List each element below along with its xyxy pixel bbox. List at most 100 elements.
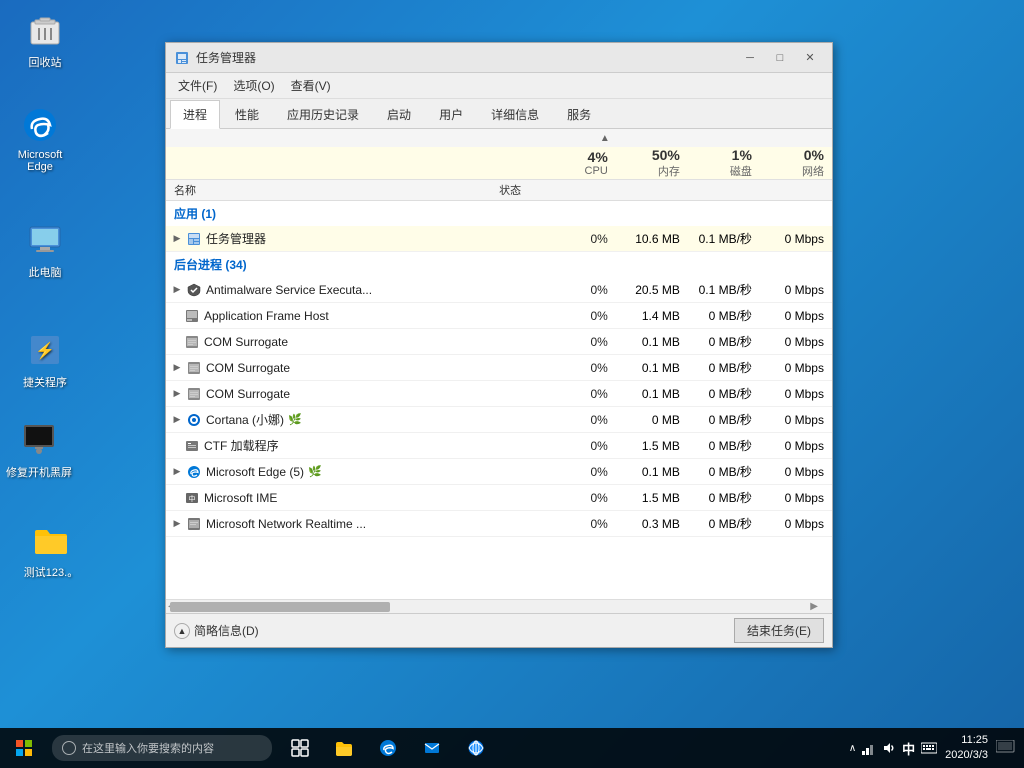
taskview-button[interactable] bbox=[280, 728, 320, 768]
table-row[interactable]: ▶ Cortana (小娜) 🌿 0% 0 MB 0 MB/秒 0 Mbps bbox=[166, 407, 832, 433]
recycle-bin-label: 回收站 bbox=[29, 54, 62, 70]
tab-users[interactable]: 用户 bbox=[426, 100, 476, 129]
proc-name-label: Antimalware Service Executa... bbox=[206, 283, 372, 297]
com-icon bbox=[186, 360, 202, 376]
date-display: 2020/3/3 bbox=[945, 748, 988, 763]
proc-cpu: 0% bbox=[549, 361, 616, 375]
end-task-button[interactable]: 结束任务(E) bbox=[734, 618, 824, 643]
expand-btn[interactable]: ▶ bbox=[170, 465, 184, 479]
search-bar[interactable]: 在这里输入你要搜索的内容 bbox=[52, 735, 272, 761]
proc-disk: 0.1 MB/秒 bbox=[688, 281, 760, 298]
menu-options[interactable]: 选项(O) bbox=[225, 75, 282, 96]
desktop-icon-repair[interactable]: 修复开机黑屏 bbox=[4, 420, 74, 480]
proc-mem: 0.1 MB bbox=[616, 387, 688, 401]
process-list[interactable]: 应用 (1) ▶ 任务管理器 bbox=[166, 201, 832, 601]
table-row[interactable]: COM Surrogate 0% 0.1 MB 0 MB/秒 0 Mbps bbox=[166, 329, 832, 355]
desktop-icon-shortcut[interactable]: ⚡ 捷关程序 bbox=[10, 330, 80, 390]
menu-file[interactable]: 文件(F) bbox=[170, 75, 225, 96]
proc-name-label: Microsoft Network Realtime ... bbox=[206, 517, 366, 531]
table-row[interactable]: ▶ COM Surrogate 0% 0.1 MB 0 MB/秒 0 Mbps bbox=[166, 381, 832, 407]
collapse-arrow: ▲ bbox=[174, 623, 190, 639]
tab-services[interactable]: 服务 bbox=[554, 100, 604, 129]
table-row[interactable]: ▶ COM Surrogate 0% 0.1 MB 0 MB/秒 0 Mbps bbox=[166, 355, 832, 381]
proc-cpu: 0% bbox=[549, 232, 616, 246]
process-table-container: 应用 (1) ▶ 任务管理器 bbox=[166, 201, 832, 599]
minimize-button[interactable]: ─ bbox=[736, 48, 764, 68]
tab-performance[interactable]: 性能 bbox=[222, 100, 272, 129]
desktop-icon-edge[interactable]: Microsoft Edge bbox=[5, 105, 75, 173]
col-header-status: 状态 bbox=[472, 182, 549, 198]
table-row[interactable]: 中 Microsoft IME 0% 1.5 MB 0 MB/秒 0 Mbps bbox=[166, 485, 832, 511]
proc-net: 0 Mbps bbox=[760, 335, 832, 349]
ime-keyboard-icon bbox=[921, 741, 937, 755]
network-icon bbox=[186, 516, 202, 532]
tray-up-arrow[interactable]: ∧ bbox=[849, 743, 856, 754]
ctf-icon bbox=[184, 438, 200, 454]
table-row[interactable]: Application Frame Host 0% 1.4 MB 0 MB/秒 … bbox=[166, 303, 832, 329]
desktop-icon-computer[interactable]: 此电脑 bbox=[10, 220, 80, 280]
tab-startup[interactable]: 启动 bbox=[374, 100, 424, 129]
time-display: 11:25 bbox=[945, 733, 988, 748]
proc-mem: 1.5 MB bbox=[616, 491, 688, 505]
mem-pct: 50% bbox=[616, 147, 680, 163]
maximize-button[interactable]: □ bbox=[766, 48, 794, 68]
proc-disk: 0 MB/秒 bbox=[688, 515, 760, 532]
proc-disk: 0 MB/秒 bbox=[688, 385, 760, 402]
desktop-icon-recycle[interactable]: 回收站 bbox=[10, 10, 80, 70]
close-button[interactable]: ✕ bbox=[796, 48, 824, 68]
proc-cpu: 0% bbox=[549, 387, 616, 401]
mem-label: 内存 bbox=[616, 163, 680, 179]
start-button[interactable] bbox=[0, 728, 48, 768]
proc-name-label: Cortana (小娜) bbox=[206, 411, 284, 428]
tab-details[interactable]: 详细信息 bbox=[478, 100, 552, 129]
table-row[interactable]: ▶ Microsoft Network Realtime ... 0% 0.3 … bbox=[166, 511, 832, 537]
expand-btn[interactable]: ▶ bbox=[170, 517, 184, 531]
taskbar-right: ∧ 中 11:25 2020/3/3 bbox=[849, 733, 1024, 764]
table-row[interactable]: ▶ Microsoft Edge (5) 🌿 0% 0.1 MB 0 MB/秒 … bbox=[166, 459, 832, 485]
proc-name-label: COM Surrogate bbox=[206, 361, 290, 375]
horizontal-scrollbar[interactable]: ◀ ▶ bbox=[166, 599, 832, 613]
tm-icon bbox=[186, 231, 202, 247]
network-taskbar-button[interactable] bbox=[456, 728, 496, 768]
expand-btn[interactable]: ▶ bbox=[170, 361, 184, 375]
clock[interactable]: 11:25 2020/3/3 bbox=[945, 733, 988, 764]
edge-icon bbox=[186, 464, 202, 480]
taskbar-app-icons bbox=[280, 728, 496, 768]
proc-cpu: 0% bbox=[549, 491, 616, 505]
mail-button[interactable] bbox=[412, 728, 452, 768]
table-row[interactable]: CTF 加载程序 0% 1.5 MB 0 MB/秒 0 Mbps bbox=[166, 433, 832, 459]
cpu-label: CPU bbox=[549, 165, 608, 177]
proc-net: 0 Mbps bbox=[760, 413, 832, 427]
expand-btn[interactable]: ▶ bbox=[170, 387, 184, 401]
com-icon bbox=[184, 334, 200, 350]
leaf-icon: 🌿 bbox=[308, 465, 322, 478]
svg-text:⚡: ⚡ bbox=[35, 341, 55, 360]
proc-cpu: 0% bbox=[549, 465, 616, 479]
proc-name-label: COM Surrogate bbox=[204, 335, 288, 349]
proc-net: 0 Mbps bbox=[760, 309, 832, 323]
proc-net: 0 Mbps bbox=[760, 439, 832, 453]
menu-view[interactable]: 查看(V) bbox=[283, 75, 339, 96]
edge-taskbar-button[interactable] bbox=[368, 728, 408, 768]
recycle-bin-icon bbox=[25, 10, 65, 50]
expand-btn[interactable]: ▶ bbox=[170, 232, 184, 246]
window-title: 任务管理器 bbox=[196, 49, 736, 66]
tab-app-history[interactable]: 应用历史记录 bbox=[274, 100, 372, 129]
table-row[interactable]: ▶ 任务管理器 0% 10.6 MB 0.1 MB bbox=[166, 226, 832, 252]
collapse-info-btn[interactable]: ▲ 简略信息(D) bbox=[174, 622, 259, 639]
desktop-icon-folder[interactable]: 测试123.。 bbox=[16, 520, 86, 580]
proc-net: 0 Mbps bbox=[760, 465, 832, 479]
proc-mem: 1.5 MB bbox=[616, 439, 688, 453]
hscroll-thumb[interactable] bbox=[170, 602, 390, 612]
proc-mem: 0.1 MB bbox=[616, 361, 688, 375]
proc-disk: 0.1 MB/秒 bbox=[688, 230, 760, 247]
ime-tray-label[interactable]: 中 bbox=[902, 739, 915, 758]
expand-btn[interactable]: ▶ bbox=[170, 413, 184, 427]
expand-btn[interactable]: ▶ bbox=[170, 283, 184, 297]
file-explorer-button[interactable] bbox=[324, 728, 364, 768]
show-desktop-button[interactable] bbox=[996, 740, 1016, 756]
tab-processes[interactable]: 进程 bbox=[170, 100, 220, 129]
table-row[interactable]: ▶ Antimalware Service Executa... 0% 20.5… bbox=[166, 277, 832, 303]
col-header-name: 名称 bbox=[166, 182, 472, 198]
proc-net: 0 Mbps bbox=[760, 361, 832, 375]
